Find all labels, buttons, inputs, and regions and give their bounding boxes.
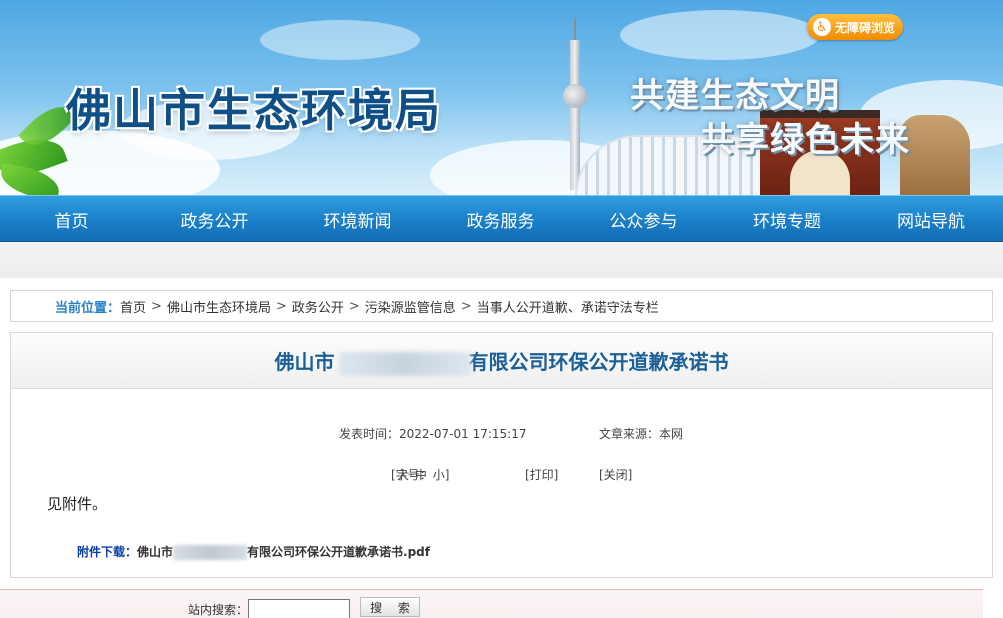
attachment-link[interactable]: 佛山市 有限公司环保公开道歉承诺书.pdf: [137, 545, 430, 560]
tower-decoration: [563, 84, 587, 108]
redaction-blur: [173, 545, 248, 560]
search-input[interactable]: [248, 599, 350, 618]
article-title-prefix: 佛山市: [274, 350, 335, 374]
site-title[interactable]: 佛山市生态环境局: [66, 74, 442, 139]
search-label: 站内搜索：: [188, 603, 249, 617]
header-banner: 佛山市生态环境局 共建生态文明 共享绿色未来 ♿ 无障碍浏览: [0, 0, 1003, 195]
breadcrumb-separator: >: [460, 298, 472, 314]
close-button[interactable]: [关闭]: [599, 466, 632, 483]
cloud-decoration: [620, 10, 820, 60]
slogan-line-1: 共建生态文明: [630, 76, 840, 116]
article-source-value: 本网: [659, 427, 684, 441]
article-title-bar: 佛山市 有限公司环保公开道歉承诺书: [11, 333, 992, 389]
main-nav: 首页 政务公开 环境新闻 政务服务 公众参与 环境专题 网站导航: [0, 195, 1003, 242]
font-small-button[interactable]: 小: [433, 468, 445, 482]
slogan-line-2: 共享绿色未来: [700, 120, 910, 160]
breadcrumb-separator: >: [151, 298, 162, 314]
sub-nav-band: [0, 242, 1003, 278]
sculpture-decoration: [900, 115, 970, 195]
article-title: 佛山市 有限公司环保公开道歉承诺书: [274, 346, 729, 376]
publish-time-value: 2022-07-01 17:15:17: [399, 427, 527, 441]
font-size-end: ]: [444, 468, 450, 482]
cloud-decoration: [260, 20, 420, 60]
font-size-control: [字号： 大 中 小]: [391, 466, 449, 483]
nav-item-government-services[interactable]: 政务服务: [429, 196, 572, 243]
publish-time-label: 发表时间：: [339, 427, 400, 441]
tower-decoration: [570, 40, 580, 190]
accessibility-label: 无障碍浏览: [835, 20, 896, 35]
breadcrumb-item-home[interactable]: 首页: [120, 297, 146, 316]
font-size-label: [字号：: [391, 468, 432, 482]
wheelchair-icon: ♿: [813, 18, 831, 36]
nav-item-site-navigation[interactable]: 网站导航: [859, 196, 1003, 243]
footer-search-bar: 站内搜索： 搜 索: [0, 589, 983, 618]
nav-item-government-affairs[interactable]: 政务公开: [143, 196, 286, 243]
attachment-label: 附件下载：: [77, 545, 138, 559]
article-title-suffix: 有限公司环保公开道歉承诺书: [468, 350, 729, 374]
breadcrumb-item-government-affairs[interactable]: 政务公开: [292, 297, 344, 316]
breadcrumb-item-pollution-info[interactable]: 污染源监管信息: [365, 297, 456, 316]
attachment: 附件下载：佛山市 有限公司环保公开道歉承诺书.pdf: [77, 543, 430, 560]
attachment-prefix: 佛山市: [137, 545, 174, 559]
nav-item-environment-topics[interactable]: 环境专题: [715, 196, 859, 243]
redaction-blur: [338, 352, 471, 376]
article-box: 佛山市 有限公司环保公开道歉承诺书 发表时间：2022-07-01 17:15:1…: [10, 332, 993, 578]
attachment-suffix: 有限公司环保公开道歉承诺书.pdf: [247, 545, 430, 559]
article-source: 文章来源：本网: [599, 425, 683, 442]
breadcrumb-separator: >: [275, 298, 287, 314]
breadcrumb-item-bureau[interactable]: 佛山市生态环境局: [167, 297, 271, 316]
article-body: 见附件。: [47, 495, 108, 513]
breadcrumb: 当前位置： 首页 > 佛山市生态环境局 > 政务公开 > 污染源监管信息 > 当…: [10, 290, 993, 322]
nav-item-environment-news[interactable]: 环境新闻: [286, 196, 429, 243]
print-button[interactable]: [打印]: [525, 466, 558, 483]
accessibility-button[interactable]: ♿ 无障碍浏览: [807, 14, 903, 40]
search-button[interactable]: 搜 索: [360, 597, 420, 617]
nav-item-home[interactable]: 首页: [0, 196, 143, 243]
article-source-label: 文章来源：: [599, 427, 660, 441]
publish-time: 发表时间：2022-07-01 17:15:17: [339, 425, 526, 442]
nav-item-public-participation[interactable]: 公众参与: [572, 196, 715, 243]
page: 佛山市生态环境局 共建生态文明 共享绿色未来 ♿ 无障碍浏览 首页 政务公开 环…: [0, 0, 1003, 618]
breadcrumb-label: 当前位置：: [55, 300, 121, 316]
breadcrumb-separator: >: [348, 298, 360, 314]
breadcrumb-item-apology-column[interactable]: 当事人公开道歉、承诺守法专栏: [477, 297, 659, 316]
